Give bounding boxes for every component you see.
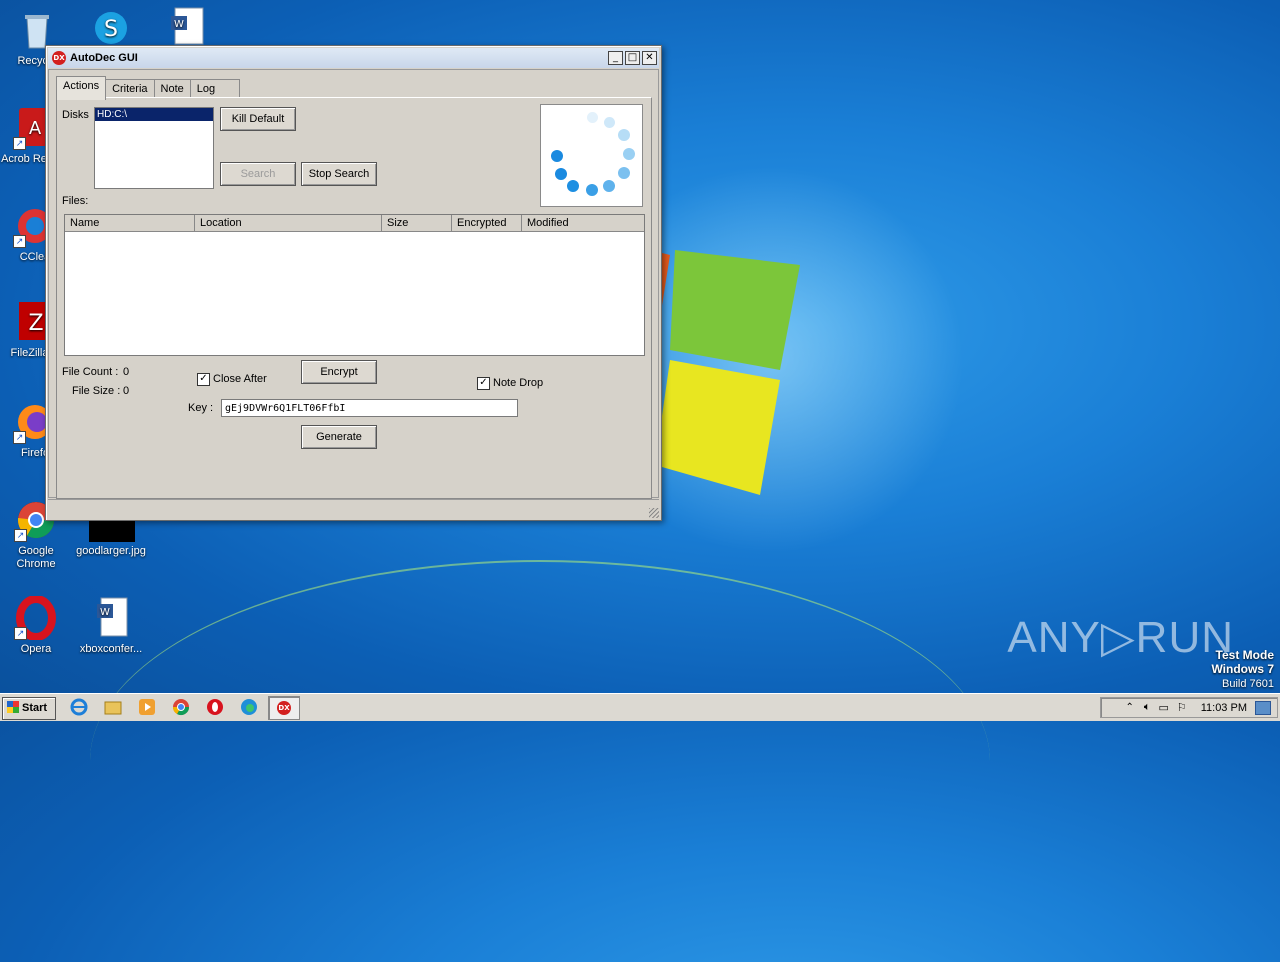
key-field[interactable]: gEj9DVWr6Q1FLT06FfbI [221, 399, 518, 417]
windows-version-label: Windows 7 [1211, 662, 1274, 676]
build-label: Build 7601 [1222, 678, 1274, 690]
column-header-location[interactable]: Location [195, 215, 382, 231]
tab-actions[interactable]: Actions [56, 76, 107, 100]
edge-taskbar-icon[interactable] [240, 698, 258, 716]
loading-spinner [540, 104, 643, 207]
windows-logo-wallpaper [650, 250, 800, 495]
file-explorer-icon[interactable] [104, 698, 122, 716]
shortcut-arrow-icon: ↗ [14, 627, 27, 640]
status-bar [48, 499, 659, 518]
svg-text:A: A [29, 118, 42, 139]
word-document-icon: W [165, 6, 209, 50]
spinner-dot [567, 180, 579, 192]
shortcut-arrow-icon: ↗ [13, 235, 26, 248]
files-label: Files: [62, 195, 89, 207]
file-size-value: 0 [123, 385, 130, 397]
spinner-dot [587, 112, 598, 123]
test-mode-label: Test Mode [1215, 648, 1274, 662]
windows-flag-icon [7, 701, 19, 713]
app-logo-icon: DX [52, 51, 66, 65]
network-icon[interactable]: ▭ [1158, 701, 1168, 714]
note-drop-checkbox[interactable]: ✓ [477, 377, 490, 390]
app-logo-icon: DX [277, 701, 291, 715]
spinner-dot [555, 168, 567, 180]
spinner-dot [604, 117, 615, 128]
shortcut-arrow-icon: ↗ [14, 529, 27, 542]
spinner-dot [623, 148, 635, 160]
chrome-taskbar-icon[interactable] [172, 698, 190, 716]
column-header-size[interactable]: Size [382, 215, 452, 231]
tray-arrow-icon[interactable]: ⌃ [1125, 702, 1133, 713]
desktop-icon-xboxconfer[interactable]: W xboxconfer... [76, 596, 146, 656]
disk-item[interactable]: HD:C:\ [95, 108, 213, 121]
close-button[interactable]: ✕ [642, 51, 657, 65]
close-after-checkbox[interactable]: ✓ [197, 373, 210, 386]
spinner-dot [618, 129, 630, 141]
action-center-flag-icon[interactable]: ⚐ [1177, 701, 1187, 714]
svg-text:W: W [100, 607, 110, 618]
spinner-dot [618, 167, 630, 179]
file-count-value: 0 [123, 366, 130, 378]
files-table-header: Name Location Size Encrypted Modified [65, 215, 644, 232]
window-title: AutoDec GUI [70, 52, 138, 64]
svg-text:S: S [104, 17, 118, 42]
clock[interactable]: 11:03 PM [1201, 702, 1247, 714]
show-desktop-icon[interactable] [1255, 700, 1271, 715]
minimize-button[interactable]: _ [608, 51, 623, 65]
spinner-dot [551, 150, 563, 162]
wallpaper-arc [90, 560, 990, 962]
volume-icon[interactable]: 🔈︎ [1144, 701, 1151, 714]
stop-search-button[interactable]: Stop Search [301, 162, 377, 186]
file-size-label: File Size : [72, 385, 121, 397]
encrypt-button[interactable]: Encrypt [301, 360, 377, 384]
column-header-encrypted[interactable]: Encrypted [452, 215, 522, 231]
search-button[interactable]: Search [220, 162, 296, 186]
spinner-dot [603, 180, 615, 192]
taskbar: Start DX ⌃ 🔈︎ ▭ ⚐ 11:03 PM [0, 693, 1280, 721]
desktop-icon-opera[interactable]: ↗ Opera [1, 595, 71, 656]
desktop-icon-goodlarger[interactable]: goodlarger.jpg [76, 516, 146, 558]
word-document-icon: W [89, 596, 133, 640]
column-header-modified[interactable]: Modified [522, 215, 644, 231]
files-table[interactable]: Name Location Size Encrypted Modified [64, 214, 645, 356]
title-bar[interactable]: DX AutoDec GUI _ □ ✕ [48, 48, 659, 68]
internet-explorer-icon[interactable] [70, 698, 88, 716]
media-player-icon[interactable] [138, 698, 156, 716]
file-count-label: File Count : [62, 366, 119, 378]
opera-taskbar-icon[interactable] [206, 698, 224, 716]
svg-text:W: W [174, 19, 184, 30]
shortcut-arrow-icon: ↗ [13, 137, 26, 150]
spinner-dot [586, 184, 598, 196]
close-after-label: Close After [213, 373, 267, 385]
kill-default-button[interactable]: Kill Default [220, 107, 296, 131]
disks-listbox[interactable]: HD:C:\ [94, 107, 214, 189]
svg-text:Z: Z [28, 311, 43, 336]
resize-grip-icon[interactable] [649, 508, 659, 518]
maximize-button[interactable]: □ [625, 51, 640, 65]
start-button[interactable]: Start [2, 697, 56, 720]
anyrun-watermark: ANY▷RUN [1007, 613, 1234, 662]
autodec-taskbar-button[interactable]: DX [268, 696, 300, 720]
system-tray: ⌃ 🔈︎ ▭ ⚐ 11:03 PM [1100, 697, 1278, 718]
key-label: Key : [188, 402, 214, 414]
note-drop-label: Note Drop [493, 377, 544, 389]
generate-button[interactable]: Generate [301, 425, 377, 449]
opera-icon: ↗ [14, 595, 58, 641]
shortcut-arrow-icon: ↗ [13, 431, 26, 444]
disks-label: Disks [62, 109, 89, 121]
column-header-name[interactable]: Name [65, 215, 195, 231]
